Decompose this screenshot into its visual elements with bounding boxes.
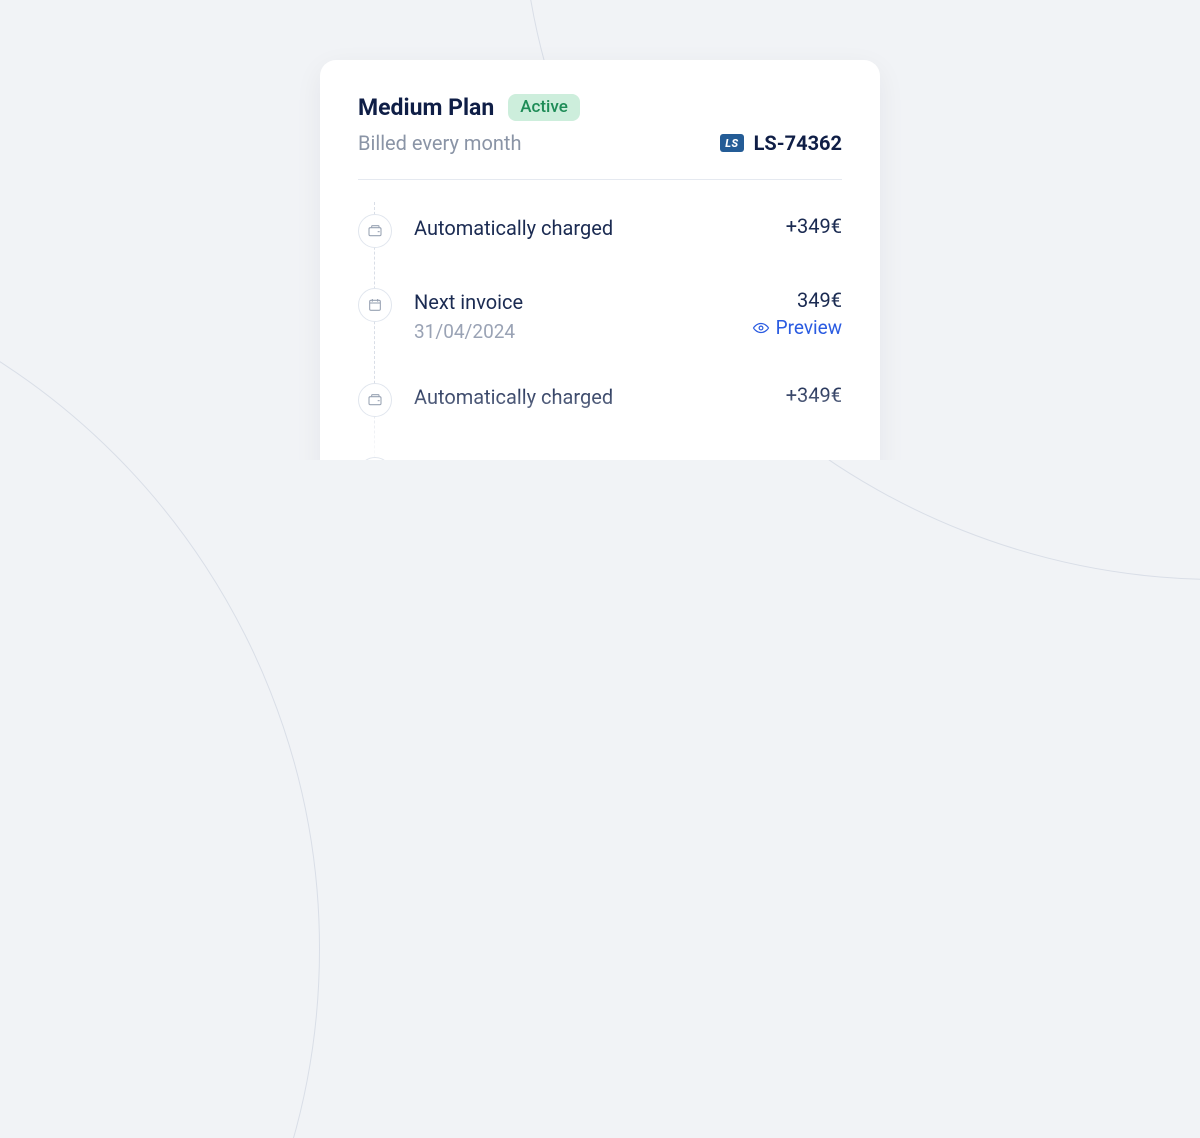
timeline-label: Next invoice	[414, 288, 523, 316]
billing-timeline: Automatically charged +349€ Next invoice…	[358, 180, 842, 460]
status-badge: Active	[508, 94, 580, 121]
account-tag[interactable]: LS LS-74362	[720, 131, 842, 155]
timeline-label: Next invoice	[414, 457, 523, 460]
calendar-icon	[358, 288, 392, 322]
wallet-icon	[358, 383, 392, 417]
calendar-icon	[358, 457, 392, 460]
timeline-date: 31/04/2024	[414, 320, 523, 343]
account-id: LS-74362	[754, 131, 842, 155]
billing-cycle: Billed every month	[358, 131, 521, 155]
billing-plan-card: Medium Plan Active Billed every month LS…	[320, 60, 880, 460]
card-header: Medium Plan Active Billed every month LS…	[358, 94, 842, 173]
preview-label: Preview	[776, 316, 842, 339]
timeline-amount: 349€	[797, 457, 842, 460]
timeline-item: Automatically charged +349€	[358, 371, 842, 445]
timeline-amount: +349€	[786, 383, 842, 407]
account-chip-icon: LS	[720, 134, 743, 152]
timeline-item: Automatically charged +349€	[358, 202, 842, 276]
plan-title: Medium Plan	[358, 94, 494, 121]
timeline-label: Automatically charged	[414, 214, 613, 242]
wallet-icon	[358, 214, 392, 248]
timeline-item: Next invoice 31/04/2024 349€ Preview	[358, 276, 842, 371]
eye-icon	[752, 319, 770, 337]
preview-button[interactable]: Preview	[752, 316, 842, 339]
timeline-amount: 349€	[797, 288, 842, 312]
timeline-amount: +349€	[786, 214, 842, 238]
timeline-item: Next invoice 349€	[358, 445, 842, 460]
timeline-label: Automatically charged	[414, 383, 613, 411]
